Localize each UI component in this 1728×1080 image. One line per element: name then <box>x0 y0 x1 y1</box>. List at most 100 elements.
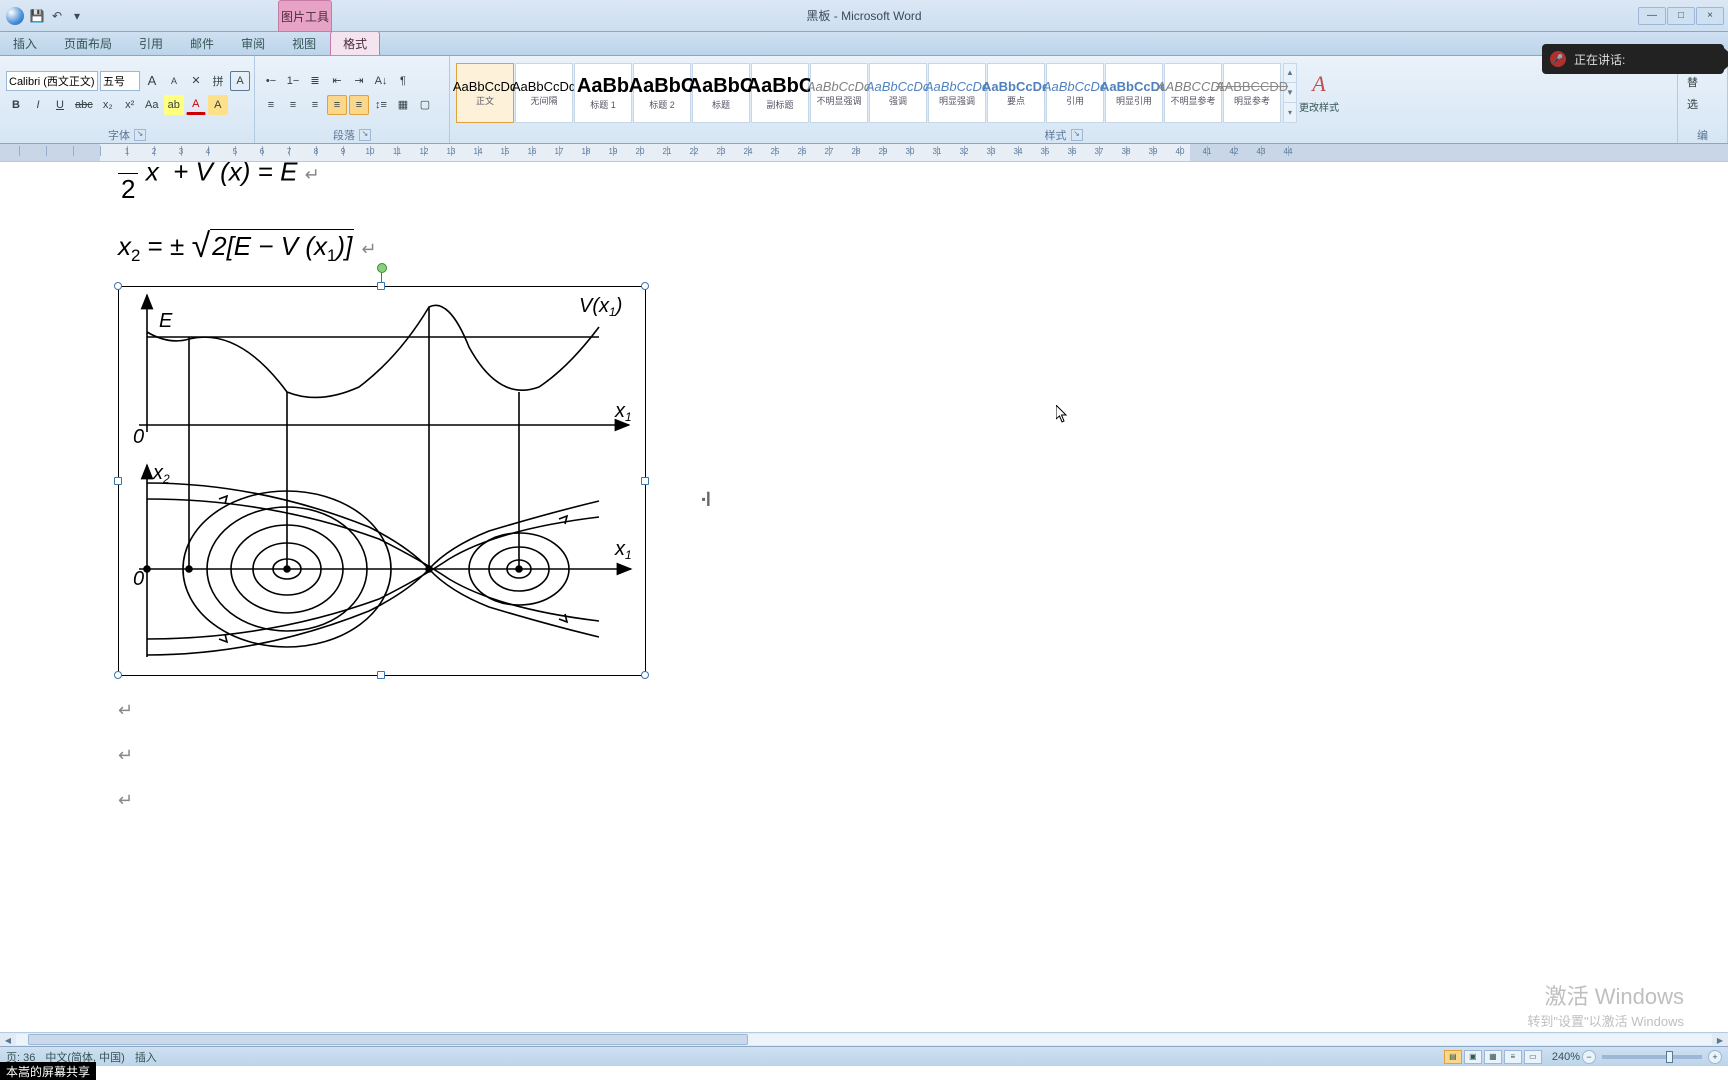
view-outline-button[interactable]: ≡ <box>1504 1050 1522 1064</box>
change-case-button[interactable]: Aa <box>142 95 162 115</box>
char-border-button[interactable]: A <box>230 71 250 91</box>
bold-button[interactable]: B <box>6 95 26 115</box>
qat-undo-icon[interactable]: ↶ <box>48 7 66 25</box>
handle-bl[interactable] <box>114 671 122 679</box>
change-styles-icon: A <box>1312 71 1325 97</box>
style-item-无间隔[interactable]: AaBbCcDd无间隔 <box>515 63 573 123</box>
tab-view[interactable]: 视图 <box>279 31 329 55</box>
style-item-不明显强调[interactable]: AaBbCcDd不明显强调 <box>810 63 868 123</box>
style-item-明显参考[interactable]: AABBCCDD明显参考 <box>1223 63 1281 123</box>
increase-indent-button[interactable]: ⇥ <box>349 71 369 91</box>
zoom-level[interactable]: 240% <box>1552 1051 1580 1063</box>
align-distribute-button[interactable]: ≡ <box>349 95 369 115</box>
borders-button[interactable]: ▢ <box>415 95 435 115</box>
inserted-figure[interactable]: E V(x1) 0 x1 x2 0 x1 <box>118 286 646 676</box>
strikethrough-button[interactable]: abc <box>72 95 96 115</box>
select-button[interactable]: 选 <box>1684 94 1728 114</box>
phonetic-guide-button[interactable]: 拼 <box>208 71 228 91</box>
equation-1[interactable]: 2 x + V (x) = E ↵ <box>118 162 1400 205</box>
scroll-left-icon[interactable]: ◀ <box>0 1033 16 1047</box>
horizontal-ruler[interactable]: 1234567891011121314151617181920212223242… <box>0 144 1728 162</box>
shrink-font-button[interactable]: A <box>164 71 184 91</box>
underline-button[interactable]: U <box>50 95 70 115</box>
tab-format[interactable]: 格式 <box>330 31 380 55</box>
zoom-slider-thumb[interactable] <box>1666 1051 1673 1063</box>
font-dialog-launcher[interactable]: ↘ <box>134 129 146 141</box>
equation-2[interactable]: x2 = ± √2[E − V (x1)] ↵ <box>118 225 1400 266</box>
subscript-button[interactable]: x₂ <box>98 95 118 115</box>
view-web-layout-button[interactable]: ▦ <box>1484 1050 1502 1064</box>
show-marks-button[interactable]: ¶ <box>393 71 413 91</box>
scroll-right-icon[interactable]: ▶ <box>1712 1033 1728 1047</box>
style-item-要点[interactable]: AaBbCcDd要点 <box>987 63 1045 123</box>
align-left-button[interactable]: ≡ <box>261 95 281 115</box>
align-center-button[interactable]: ≡ <box>283 95 303 115</box>
view-full-screen-button[interactable]: ▣ <box>1464 1050 1482 1064</box>
window-close-button[interactable]: × <box>1696 7 1724 25</box>
numbering-button[interactable]: 1− <box>283 71 303 91</box>
multilevel-list-button[interactable]: ≣ <box>305 71 325 91</box>
status-insert-mode[interactable]: 插入 <box>135 1049 157 1065</box>
zoom-slider[interactable] <box>1602 1055 1702 1059</box>
office-button[interactable] <box>6 7 24 25</box>
align-right-button[interactable]: ≡ <box>305 95 325 115</box>
handle-tc[interactable] <box>377 282 385 290</box>
line-spacing-button[interactable]: ↕≡ <box>371 95 391 115</box>
gallery-more-icon[interactable]: ▾ <box>1284 103 1296 122</box>
style-item-明显引用[interactable]: AaBbCcDd明显引用 <box>1105 63 1163 123</box>
qat-save-icon[interactable]: 💾 <box>28 7 46 25</box>
style-item-标题 1[interactable]: AaBb标题 1 <box>574 63 632 123</box>
grow-font-button[interactable]: A <box>142 71 162 91</box>
decrease-indent-button[interactable]: ⇤ <box>327 71 347 91</box>
style-item-正文[interactable]: AaBbCcDd正文 <box>456 63 514 123</box>
highlight-button[interactable]: ab <box>164 95 184 115</box>
window-minimize-button[interactable]: — <box>1638 7 1666 25</box>
handle-tl[interactable] <box>114 282 122 290</box>
font-name-combo[interactable] <box>6 71 98 91</box>
char-shading-button[interactable]: A <box>208 95 228 115</box>
paragraph-dialog-launcher[interactable]: ↘ <box>359 129 371 141</box>
horizontal-scrollbar[interactable]: ◀ ▶ <box>0 1032 1728 1046</box>
handle-mr[interactable] <box>641 477 649 485</box>
align-justify-button[interactable]: ≡ <box>327 95 347 115</box>
zoom-out-button[interactable]: − <box>1582 1050 1596 1064</box>
style-item-标题 2[interactable]: AaBbC标题 2 <box>633 63 691 123</box>
group-font: A A ✕ 拼 A B I U abc x₂ x² Aa ab A A <box>0 56 255 143</box>
tab-page-layout[interactable]: 页面布局 <box>51 31 125 55</box>
style-item-副标题[interactable]: AaBbC副标题 <box>751 63 809 123</box>
handle-br[interactable] <box>641 671 649 679</box>
replace-button[interactable]: 替 <box>1684 72 1728 92</box>
title-bar: 💾 ↶ ▾ 图片工具 黑板 - Microsoft Word — □ × <box>0 0 1728 32</box>
scroll-thumb[interactable] <box>28 1034 748 1045</box>
zoom-in-button[interactable]: + <box>1708 1050 1722 1064</box>
document-area[interactable]: 2 x + V (x) = E ↵ x2 = ± √2[E − V (x1)] … <box>0 162 1728 1048</box>
rotate-handle[interactable] <box>377 263 387 273</box>
view-draft-button[interactable]: ▭ <box>1524 1050 1542 1064</box>
style-item-不明显参考[interactable]: AABBCCDD不明显参考 <box>1164 63 1222 123</box>
superscript-button[interactable]: x² <box>120 95 140 115</box>
handle-tr[interactable] <box>641 282 649 290</box>
style-item-强调[interactable]: AaBbCcDd强调 <box>869 63 927 123</box>
qat-dropdown-icon[interactable]: ▾ <box>68 7 86 25</box>
tab-mailings[interactable]: 邮件 <box>177 31 227 55</box>
style-item-标题[interactable]: AaBbC标题 <box>692 63 750 123</box>
handle-ml[interactable] <box>114 477 122 485</box>
tab-review[interactable]: 审阅 <box>228 31 278 55</box>
font-color-button[interactable]: A <box>186 95 206 115</box>
shading-button[interactable]: ▦ <box>393 95 413 115</box>
view-print-layout-button[interactable]: ▤ <box>1444 1050 1462 1064</box>
sort-button[interactable]: A↓ <box>371 71 391 91</box>
font-size-combo[interactable] <box>100 71 140 91</box>
style-item-引用[interactable]: AaBbCcDd引用 <box>1046 63 1104 123</box>
bullets-button[interactable]: •− <box>261 71 281 91</box>
styles-gallery[interactable]: AaBbCcDd正文AaBbCcDd无间隔AaBb标题 1AaBbC标题 2Aa… <box>456 63 1281 123</box>
styles-dialog-launcher[interactable]: ↘ <box>1071 129 1083 141</box>
style-item-明显强调[interactable]: AaBbCcDd明显强调 <box>928 63 986 123</box>
tab-references[interactable]: 引用 <box>126 31 176 55</box>
window-maximize-button[interactable]: □ <box>1667 7 1695 25</box>
change-styles-button[interactable]: A 更改样式 <box>1299 63 1339 123</box>
handle-bc[interactable] <box>377 671 385 679</box>
clear-formatting-button[interactable]: ✕ <box>186 71 206 91</box>
italic-button[interactable]: I <box>28 95 48 115</box>
tab-insert[interactable]: 插入 <box>0 31 50 55</box>
